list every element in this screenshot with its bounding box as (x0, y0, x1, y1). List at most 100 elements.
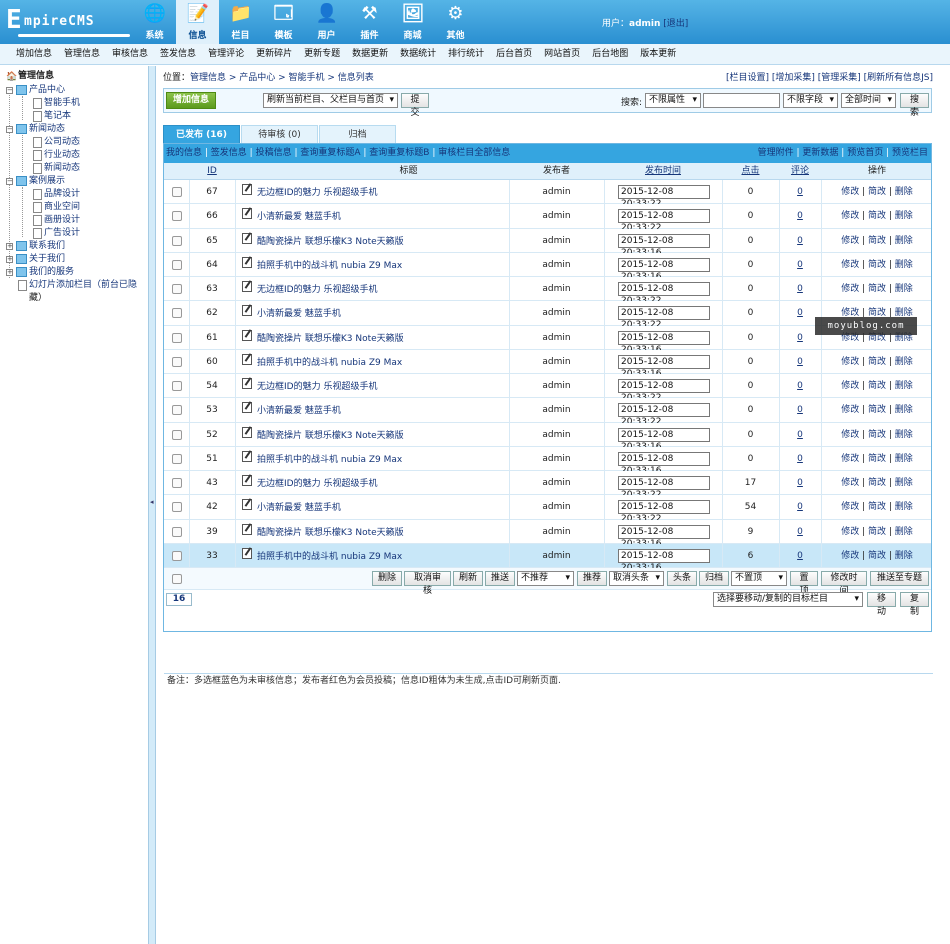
row-title[interactable]: 无边框ID的魅力 乐视超级手机 (257, 283, 377, 297)
bulk-unaudit-button[interactable]: 取消审核 (404, 571, 451, 596)
row-comments[interactable]: 0 (779, 544, 821, 568)
submenu-item[interactable]: 网站首页 (538, 44, 586, 64)
delete-link[interactable]: 删除 (895, 551, 913, 561)
tab-pending[interactable]: 待审核 (0) (241, 125, 318, 143)
row-id[interactable]: 65 (189, 229, 235, 253)
row-title[interactable]: 小清新最爱 魅蓝手机 (257, 404, 341, 418)
edit-link[interactable]: 修改 (841, 357, 859, 367)
preview-home-link[interactable]: 预览首页 (847, 148, 883, 158)
tree-node[interactable]: 笔记本 (0, 110, 148, 123)
row-checkbox[interactable] (172, 332, 182, 343)
modify-time-button[interactable]: 修改时间 (821, 571, 867, 596)
row-checkbox[interactable] (172, 478, 182, 488)
row-checkbox[interactable] (172, 235, 182, 246)
tree-node[interactable]: + 关于我们 (0, 253, 148, 266)
row-checkbox[interactable] (172, 187, 182, 197)
edit-link[interactable]: 修改 (841, 260, 859, 270)
move-target-select[interactable]: 选择要移动/复制的目标栏目 (713, 592, 863, 607)
push-topic-button[interactable]: 推送至专题 (870, 571, 929, 586)
submenu-item[interactable]: 版本更新 (634, 44, 682, 64)
header-comments[interactable]: 评论 (779, 163, 821, 180)
row-id[interactable]: 53 (189, 398, 235, 422)
row-title[interactable]: 酷陶瓷操片 联想乐檬K3 Note天籁版 (257, 332, 404, 346)
submenu-item[interactable]: 增加信息 (10, 44, 58, 64)
submenu-item[interactable]: 更新碎片 (250, 44, 298, 64)
row-title[interactable]: 酷陶瓷操片 联想乐檬K3 Note天籁版 (257, 429, 404, 443)
row-title[interactable]: 拍照手机中的战斗机 nubia Z9 Max (257, 259, 402, 273)
bulk-push-button[interactable]: 推送 (485, 571, 515, 586)
delete-link[interactable]: 删除 (895, 260, 913, 270)
tree-node[interactable]: − 新闻动态 (0, 123, 148, 136)
row-id[interactable]: 52 (189, 423, 235, 447)
quick-edit-link[interactable]: 简改 (868, 478, 886, 488)
headline-select[interactable]: 取消头条 (609, 571, 664, 586)
row-comments[interactable]: 0 (779, 277, 821, 301)
edit-link[interactable]: 修改 (841, 405, 859, 415)
row-comments[interactable]: 0 (779, 495, 821, 519)
row-comments[interactable]: 0 (779, 374, 821, 398)
tab-published[interactable]: 已发布 (16) (163, 125, 240, 143)
delete-link[interactable]: 删除 (895, 211, 913, 221)
recommend-button[interactable]: 推荐 (577, 571, 607, 586)
edit-link[interactable]: 修改 (841, 236, 859, 246)
delete-link[interactable]: 删除 (895, 357, 913, 367)
top-select[interactable]: 不置顶 (731, 571, 787, 586)
tree-label[interactable]: 案例展示 (29, 175, 65, 188)
tree-label[interactable]: 智能手机 (44, 97, 80, 110)
row-comments[interactable]: 0 (779, 398, 821, 422)
row-id[interactable]: 67 (189, 180, 235, 204)
recommend-select[interactable]: 不推荐 (517, 571, 574, 586)
edit-link[interactable]: 修改 (841, 187, 859, 197)
delete-link[interactable]: 删除 (895, 381, 913, 391)
row-comments[interactable]: 0 (779, 229, 821, 253)
quick-edit-link[interactable]: 简改 (868, 454, 886, 464)
edit-link[interactable]: 修改 (841, 454, 859, 464)
submenu-item[interactable]: 数据统计 (394, 44, 442, 64)
nav-plugin[interactable]: ⚒ 插件 (348, 0, 391, 44)
row-title[interactable]: 小清新最爱 魅蓝手机 (257, 210, 341, 224)
field-select[interactable]: 不限字段 (783, 93, 838, 108)
nav-user[interactable]: 👤 用户 (305, 0, 348, 44)
sidebar-toggle[interactable]: ◂ (148, 66, 156, 944)
tree-node[interactable]: + 我们的服务 (0, 266, 148, 279)
refresh-select[interactable]: 刷新当前栏目、父栏目与首页 (263, 93, 398, 108)
header-clicks[interactable]: 点击 (722, 163, 779, 180)
row-title[interactable]: 酷陶瓷操片 联想乐檬K3 Note天籁版 (257, 235, 404, 249)
submit-button[interactable]: 提交 (401, 93, 429, 118)
row-checkbox[interactable] (172, 550, 182, 561)
tree-node[interactable]: 品牌设计 (0, 188, 148, 201)
tree-label[interactable]: 新闻动态 (29, 123, 65, 136)
top-links[interactable]: [栏目设置] [增加采集] [管理采集] [刷新所有信息JS] (726, 72, 933, 84)
collapse-icon[interactable]: − (6, 178, 13, 185)
delete-link[interactable]: 删除 (895, 187, 913, 197)
tree-label[interactable]: 公司动态 (44, 136, 80, 149)
nav-system[interactable]: 🌐 系统 (133, 0, 176, 44)
row-comments[interactable]: 0 (779, 350, 821, 374)
row-id[interactable]: 42 (189, 495, 235, 519)
row-checkbox[interactable] (172, 453, 182, 464)
quick-edit-link[interactable]: 简改 (868, 381, 886, 391)
quick-edit-link[interactable]: 简改 (868, 502, 886, 512)
quick-edit-link[interactable]: 简改 (868, 527, 886, 537)
row-title[interactable]: 酷陶瓷操片 联想乐檬K3 Note天籁版 (257, 526, 404, 540)
row-comments[interactable]: 0 (779, 423, 821, 447)
quick-edit-link[interactable]: 简改 (868, 260, 886, 270)
row-id[interactable]: 60 (189, 350, 235, 374)
tree-label[interactable]: 关于我们 (29, 253, 65, 266)
edit-link[interactable]: 修改 (841, 527, 859, 537)
collapse-icon[interactable]: − (6, 126, 13, 133)
row-comments[interactable]: 0 (779, 204, 821, 228)
tree-label[interactable]: 广告设计 (44, 227, 80, 240)
quick-edit-link[interactable]: 简改 (868, 551, 886, 561)
row-comments[interactable]: 0 (779, 180, 821, 204)
tree-node[interactable]: 幻灯片添加栏目（前台已隐 (0, 279, 148, 292)
nav-other[interactable]: ⚙ 其他 (434, 0, 477, 44)
my-info-link[interactable]: 我的信息 (166, 148, 202, 158)
tree-label[interactable]: 我们的服务 (29, 266, 74, 279)
submenu-item[interactable]: 数据更新 (346, 44, 394, 64)
tree-node[interactable]: 公司动态 (0, 136, 148, 149)
header-id[interactable]: ID (189, 163, 235, 180)
select-all-checkbox[interactable] (172, 574, 182, 584)
tree-label[interactable]: 幻灯片添加栏目（前台已隐 (29, 279, 137, 292)
dup-title-b-link[interactable]: 查询重复标题B (369, 148, 429, 158)
